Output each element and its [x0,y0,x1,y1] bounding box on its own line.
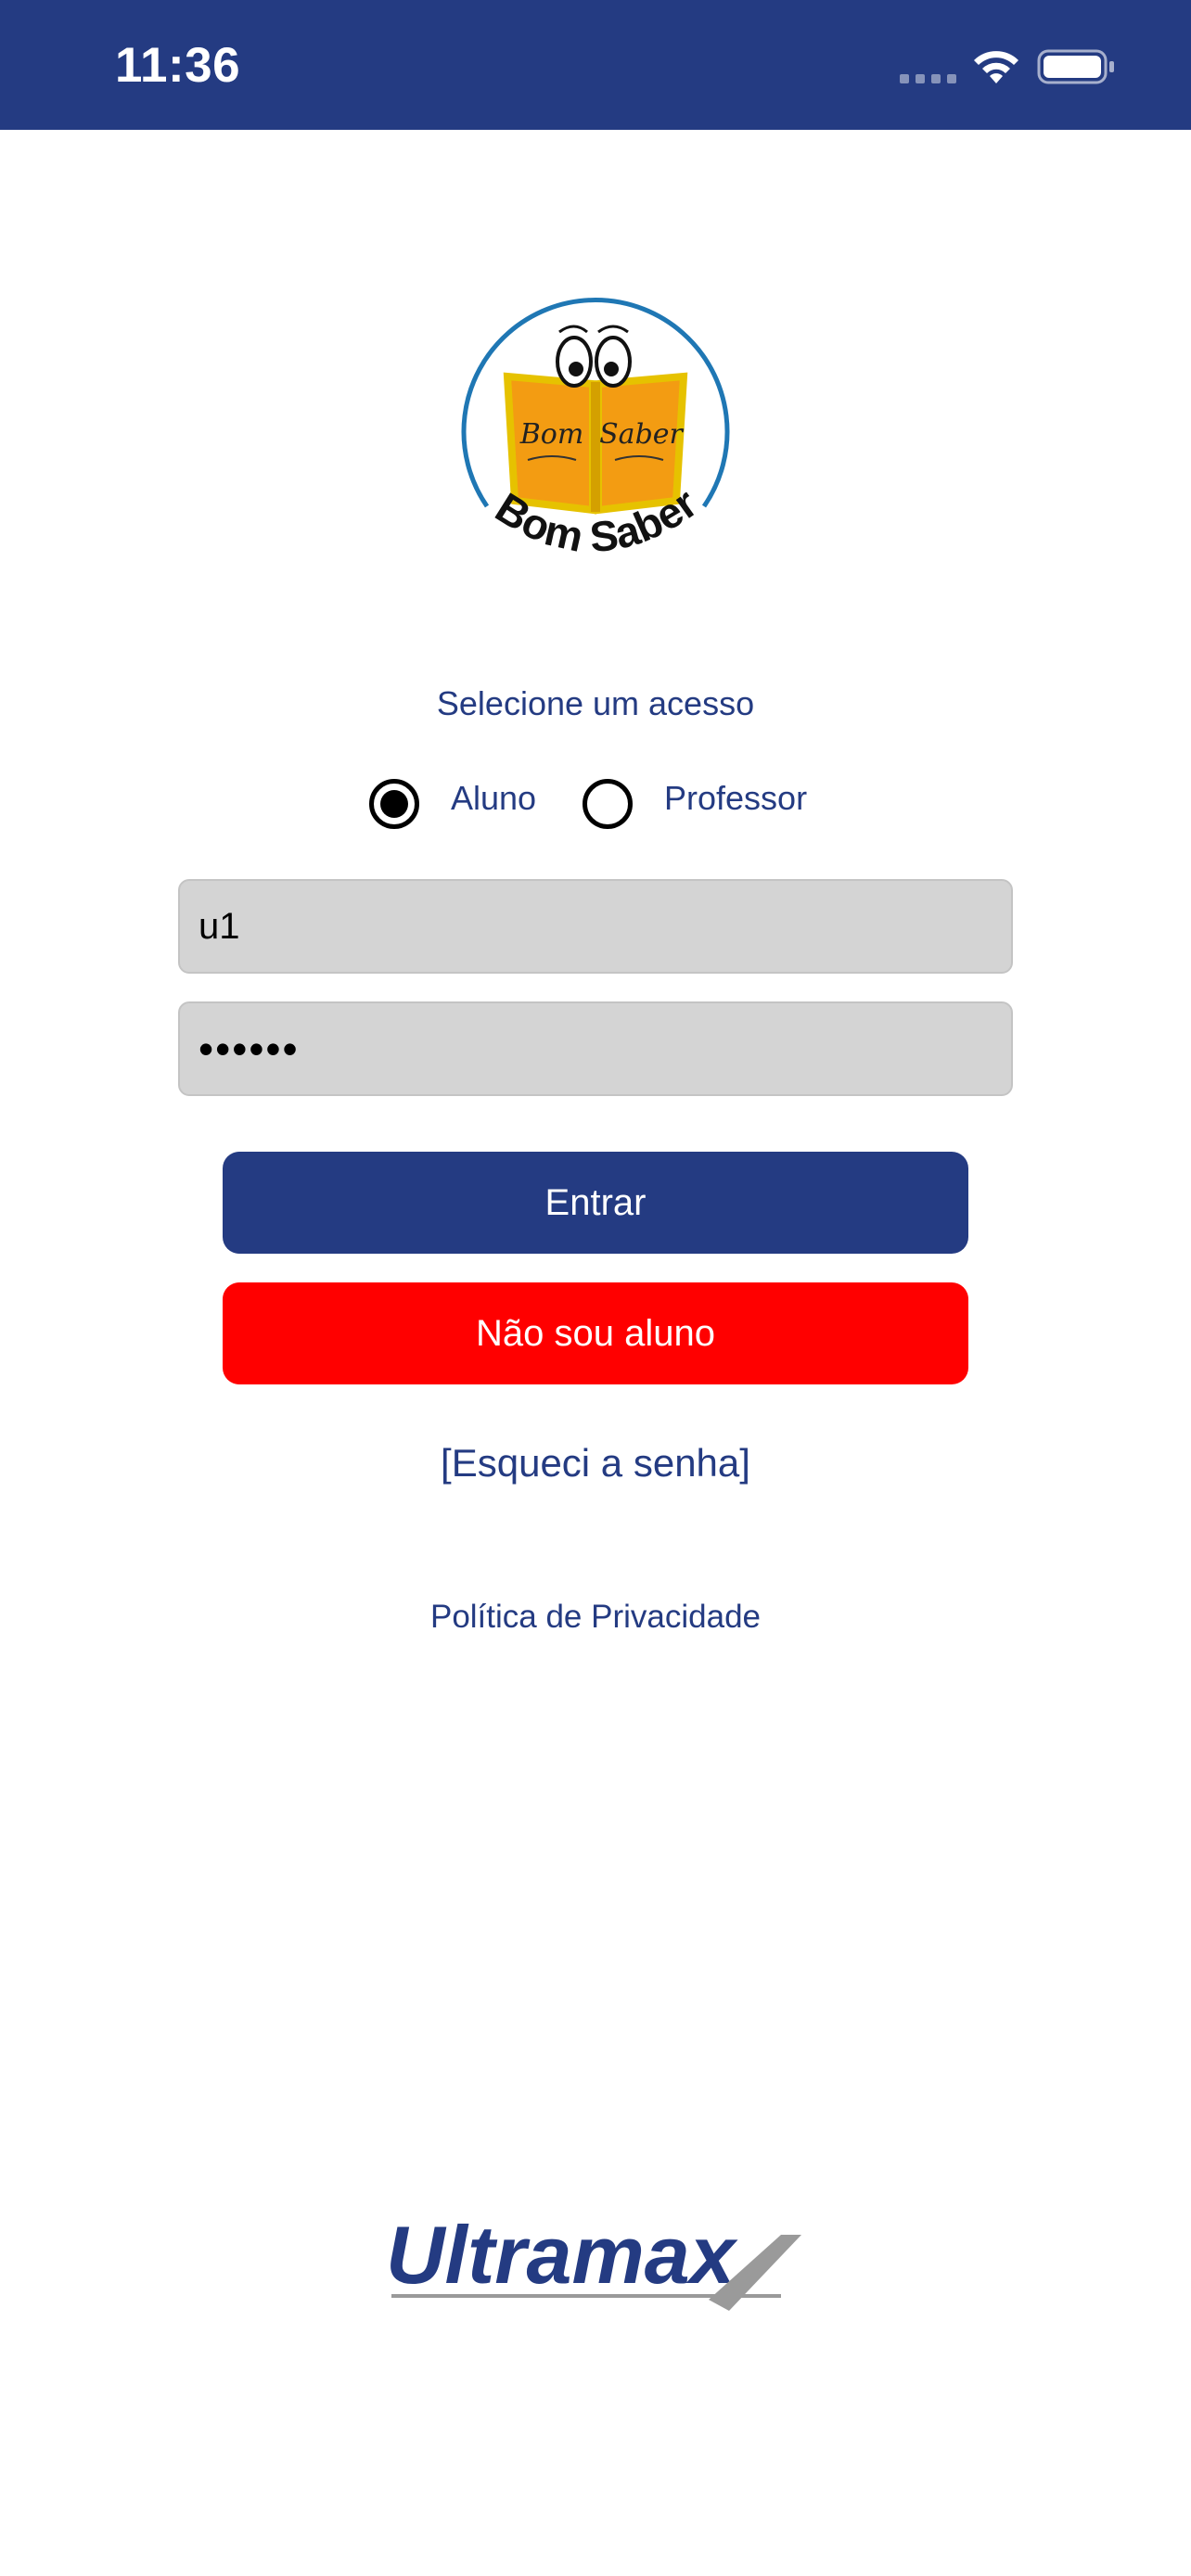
eyes-icon [556,325,632,388]
radio-unselected-icon[interactable] [583,779,633,829]
battery-icon [1037,49,1114,84]
select-access-label: Selecione um acesso [436,684,755,722]
password-input[interactable]: •••••• [178,1001,1013,1096]
radio-aluno[interactable]: Aluno [369,772,536,836]
radio-selected-icon[interactable] [369,779,419,829]
wifi-icon [974,51,1018,83]
radio-professor-label: Professor [664,779,808,817]
svg-text:Saber: Saber [599,418,684,451]
svg-text:Ultramax: Ultramax [386,2209,738,2301]
login-screen: 11:36 Bom Saber Bom Saber Selecione um a… [0,0,1191,2576]
forgot-password-link[interactable]: [Esqueci a senha] [0,1441,1191,1486]
username-input[interactable]: u1 [178,879,1013,974]
radio-aluno-label: Aluno [451,779,537,817]
bom-saber-logo: Bom Saber Bom Saber [461,298,730,561]
book-icon: Bom Saber [503,372,688,515]
ultramax-logo: Ultramax [386,2209,801,2311]
radio-professor[interactable]: Professor [583,772,807,836]
access-radio-group: Aluno Professor [369,772,889,836]
cellular-signal-icon [900,74,957,85]
status-time: 11:36 [115,38,241,93]
enter-button[interactable]: Entrar [223,1152,968,1254]
privacy-policy-link[interactable]: Política de Privacidade [0,1599,1191,1636]
svg-text:Bom: Bom [519,418,584,451]
not-student-button[interactable]: Não sou aluno [223,1282,968,1384]
status-bar: 11:36 [0,0,1191,130]
